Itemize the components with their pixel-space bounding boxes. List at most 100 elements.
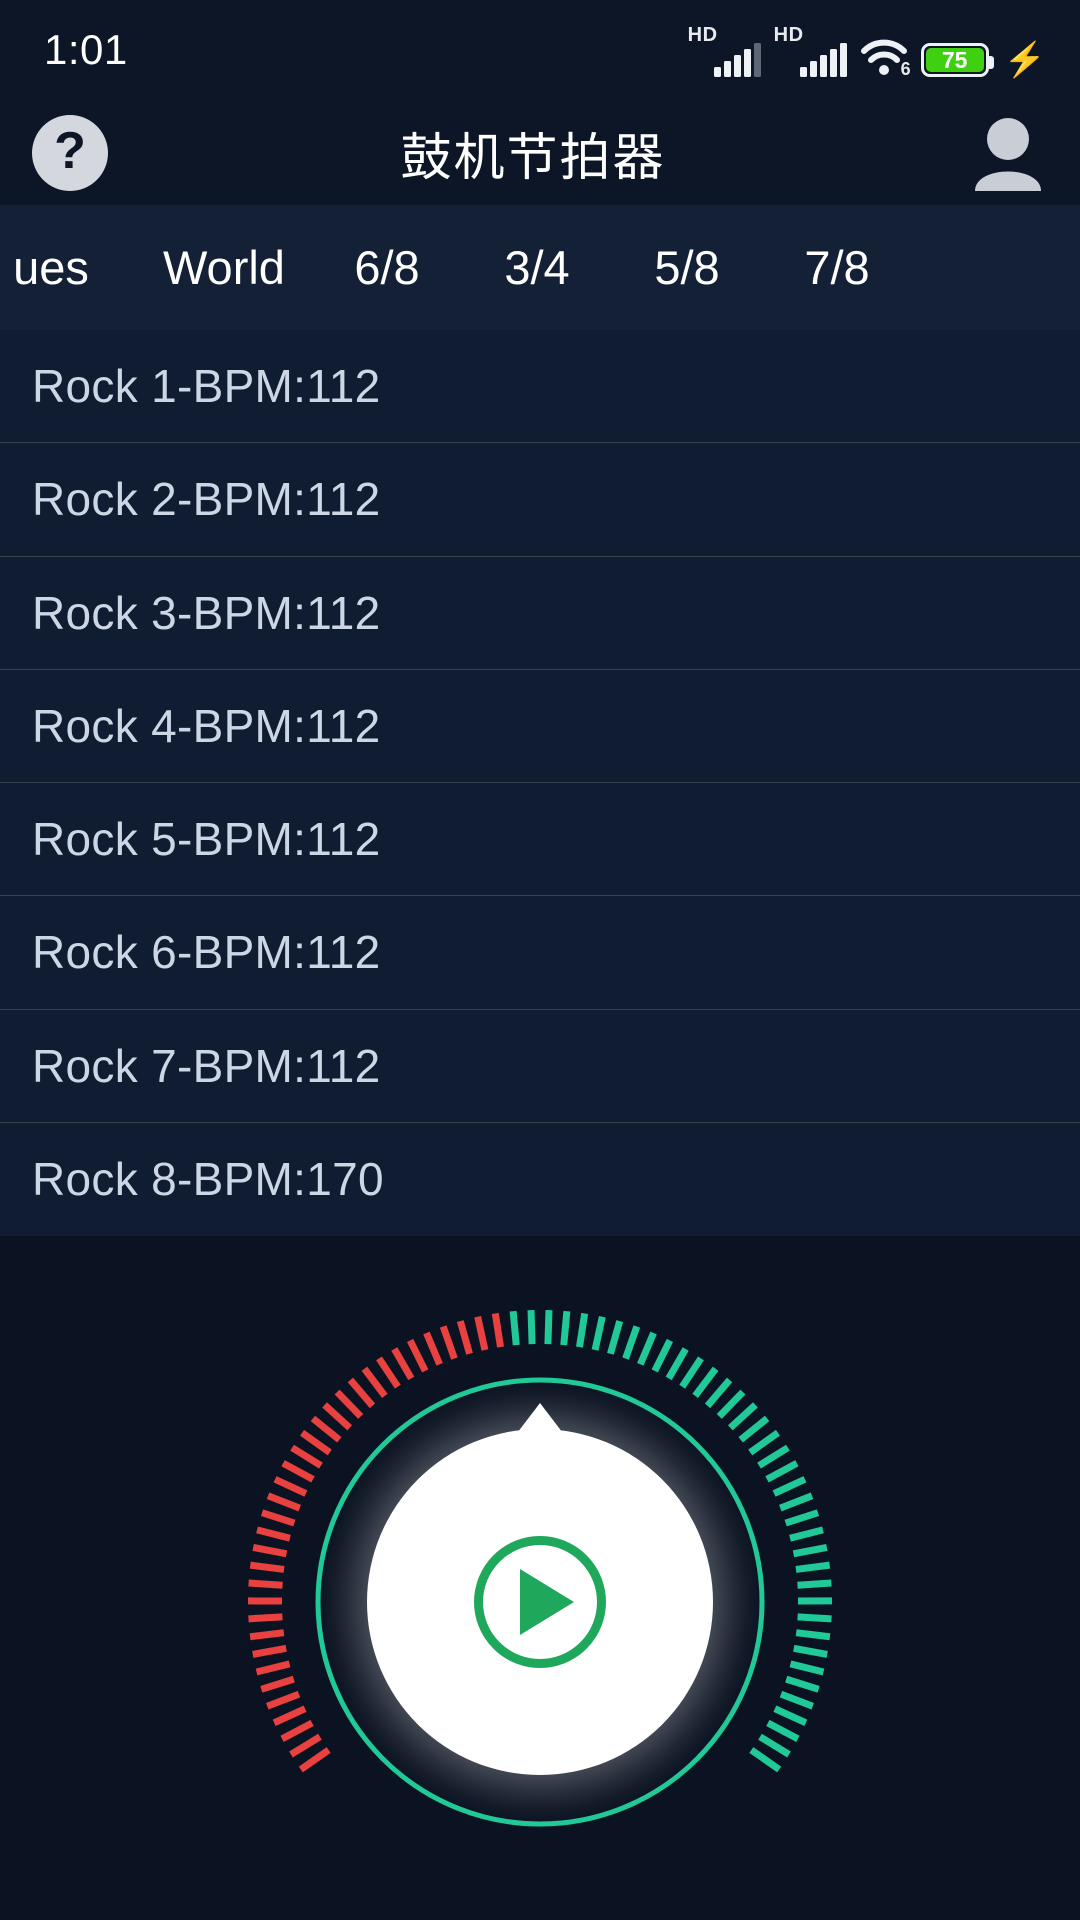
dial-tick [376,1356,401,1389]
status-time: 1:01 [44,26,128,73]
user-avatar-icon[interactable] [968,115,1048,191]
wifi-generation-label: 6 [900,59,911,79]
dial-tick [491,1312,504,1348]
list-item[interactable]: Rock 5-BPM:112 [0,783,1080,897]
dial-tick [265,1690,301,1710]
dial-tick [272,1705,307,1726]
dial-tick [391,1347,415,1381]
dial-tick [249,1629,285,1641]
dial-tick [765,1460,799,1483]
play-icon [520,1569,574,1635]
dial-tick [249,1561,285,1573]
dial-tick [544,1310,553,1345]
dial-tick [716,1389,746,1419]
dial-tick [576,1312,589,1348]
list-item[interactable]: Rock 1-BPM:112 [0,330,1080,444]
question-mark-icon[interactable]: ? [32,114,108,191]
dial-tick [622,1325,641,1360]
dial-tick [273,1476,308,1497]
dial-tick [792,1543,828,1558]
dial-tick [474,1315,489,1351]
dial-tick [260,1509,296,1527]
dial-tick [290,1444,323,1469]
list-item[interactable]: Rock 3-BPM:112 [0,557,1080,670]
pattern-list[interactable]: Rock 1-BPM:112 Rock 2-BPM:112 Rock 3-BPM:1… [0,330,1080,1236]
tab-label: 6/8 [354,241,420,294]
list-item[interactable]: Rock 6-BPM:112 [0,896,1080,1010]
dial-pointer-icon [508,1403,572,1445]
dial-tick [591,1315,606,1351]
battery-percent-label: 75 [941,46,968,73]
tab-label: 7/8 [804,241,870,294]
dial-tick [248,1613,283,1623]
tab-ues[interactable]: ues [0,205,136,330]
tab-3-4[interactable]: 3/4 [462,205,612,330]
page-title: 鼓机节拍器 [400,128,666,186]
dial-tick [260,1675,295,1693]
dial-tick [692,1366,719,1398]
dial-tick [281,1460,315,1483]
dial-tick [704,1377,733,1409]
tab-7-8[interactable]: 7/8 [762,205,912,330]
dial-tick [779,1690,815,1710]
category-tab-bar[interactable]: ues World 6/8 3/4 5/8 7/8 [0,205,1080,330]
dial-tick [423,1331,443,1366]
dial-tick [280,1719,314,1742]
dial-tick [300,1429,332,1456]
dial-tick [795,1629,831,1641]
list-item-label: Rock 1-BPM:112 [32,360,381,413]
dial-tick [785,1675,820,1693]
hd-label-sim1: HD [687,24,718,46]
dial-tick [772,1476,807,1497]
tab-label: ues [13,241,89,294]
dial-tick [797,1579,832,1589]
dial-tick [252,1543,288,1558]
wifi-icon: 6 [860,33,911,79]
tab-label: World [163,241,285,294]
status-bar: 1:01 HD HD 6 75 ⚡ [0,0,1080,100]
tab-label: 5/8 [654,241,720,294]
dial-tick [289,1733,322,1758]
list-item-label: Rock 3-BPM:112 [32,586,381,639]
list-item[interactable]: Rock 8-BPM:170 [0,1123,1080,1236]
signal-bars-icon-sim1: HD [687,24,761,77]
play-button[interactable] [474,1536,606,1668]
dial-tick [748,1429,780,1456]
dial-tick [773,1705,808,1726]
dial-tick [347,1377,376,1409]
dial-knob[interactable] [367,1403,713,1775]
list-item-label: Rock 8-BPM:170 [32,1153,384,1206]
status-icons: HD HD 6 75 ⚡ [687,23,1046,79]
dial-tick [727,1402,758,1431]
dial-tick [298,1747,331,1773]
dial-tick [797,1613,832,1623]
list-item[interactable]: Rock 7-BPM:112 [0,1010,1080,1123]
signal-bars-sim2 [799,43,847,77]
list-item-label: Rock 7-BPM:112 [32,1039,381,1092]
dial-tick [784,1509,820,1527]
list-item-label: Rock 2-BPM:112 [32,473,381,526]
tab-5-8[interactable]: 5/8 [612,205,762,330]
dial-tick [252,1644,287,1658]
dial-tick [527,1310,536,1345]
dial-tick [738,1415,770,1443]
dial-tick [789,1660,825,1676]
dial-tick [509,1310,520,1346]
dial-tick [665,1347,689,1381]
list-item-label: Rock 5-BPM:112 [32,813,381,866]
list-item[interactable]: Rock 2-BPM:112 [0,443,1080,557]
tab-6-8[interactable]: 6/8 [312,205,462,330]
dial-tick [334,1389,364,1419]
list-item[interactable]: Rock 4-BPM:112 [0,670,1080,783]
tab-label: 3/4 [504,241,570,294]
dial-tick [637,1331,657,1366]
tempo-dial[interactable] [240,1302,840,1902]
app-screen: 1:01 HD HD 6 75 ⚡ ? 鼓机节拍器 ues World 6/8 … [0,0,1080,1920]
tab-World[interactable]: World [118,205,330,330]
dial-tick [779,1492,814,1512]
signal-bars-sim1 [713,43,761,77]
dial-tick [256,1526,291,1542]
dial-tick [651,1338,674,1373]
dial-tick [789,1526,824,1542]
dial-tick [607,1320,624,1355]
